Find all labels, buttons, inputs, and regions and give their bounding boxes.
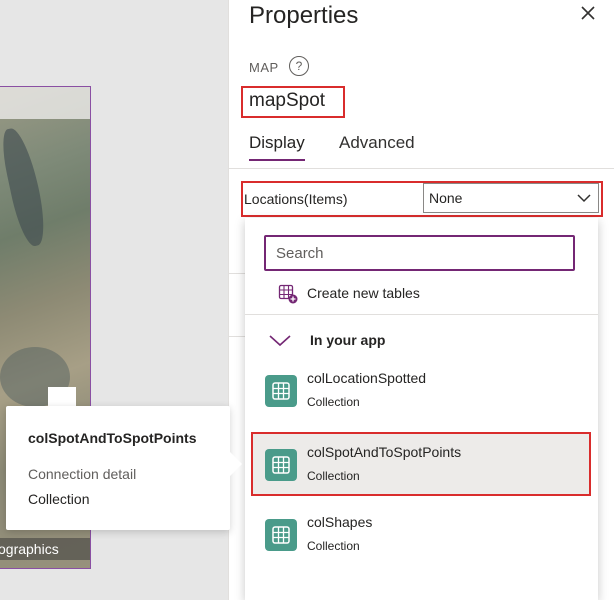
item-subtitle: Collection — [307, 395, 360, 409]
create-new-tables-label: Create new tables — [307, 285, 420, 301]
tooltip-title: colSpotAndToSpotPoints — [28, 430, 197, 446]
tooltip-detail-label: Connection detail — [28, 466, 137, 482]
tab-advanced[interactable]: Advanced — [339, 133, 415, 153]
item-tooltip: colSpotAndToSpotPoints Connection detail… — [6, 406, 230, 530]
table-icon — [265, 449, 297, 481]
locations-dropdown[interactable]: None — [423, 183, 599, 213]
list-item-colshapes[interactable]: colShapes Collection — [251, 502, 591, 566]
datasource-flyout: Create new tables In your app colLocatio… — [245, 218, 598, 600]
table-icon — [265, 375, 297, 407]
map-top-strip — [0, 87, 90, 119]
item-subtitle: Collection — [307, 469, 360, 483]
tab-display[interactable]: Display — [249, 133, 305, 161]
control-name[interactable]: mapSpot — [249, 90, 325, 112]
map-marker — [48, 387, 76, 407]
dropdown-value: None — [429, 190, 463, 206]
help-icon[interactable]: ? — [289, 56, 309, 76]
item-subtitle: Collection — [307, 539, 360, 553]
panel-title: Properties — [249, 2, 359, 29]
locations-label: Locations(Items) — [244, 191, 348, 207]
search-input[interactable] — [264, 235, 575, 271]
tooltip-detail-value: Collection — [28, 491, 90, 507]
close-icon[interactable] — [577, 2, 599, 24]
chevron-down-icon — [269, 335, 291, 347]
flyout-divider — [245, 314, 598, 315]
chevron-down-icon — [577, 194, 591, 203]
tabs-divider — [229, 168, 614, 169]
group-label: In your app — [310, 332, 386, 348]
item-title: colLocationSpotted — [307, 370, 427, 386]
item-title: colSpotAndToSpotPoints — [307, 444, 462, 460]
map-water-area — [0, 125, 51, 249]
item-title: colShapes — [307, 514, 373, 530]
control-type-label: MAP — [249, 60, 279, 75]
map-attribution-label: ographics — [0, 538, 90, 560]
table-add-icon — [278, 284, 298, 304]
list-item-colspotandtospotpoints[interactable]: colSpotAndToSpotPoints Collection — [251, 432, 591, 496]
list-item-collocationspotted[interactable]: colLocationSpotted Collection — [251, 358, 591, 422]
tooltip-arrow — [228, 450, 242, 478]
table-icon — [265, 519, 297, 551]
